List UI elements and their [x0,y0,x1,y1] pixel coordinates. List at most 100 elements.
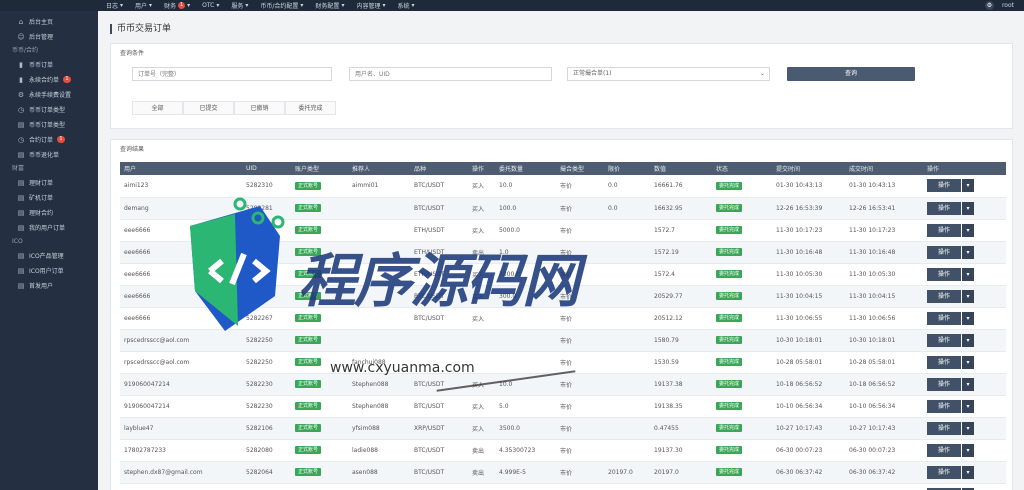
status-cell: 委托完成 [712,417,772,440]
table-cell: stephen.dx87@gmail.com [120,483,242,490]
table-cell [604,307,650,330]
table-cell: 11-30 10:05:30 [772,263,845,286]
sidebar-item-label: 我的用户订单 [29,225,66,232]
action-dropdown-toggle[interactable]: ▾ [962,223,974,237]
settings-icon[interactable]: ⚙ [984,1,994,10]
sidebar-item[interactable]: ▤ 理财订单 [0,175,98,190]
sidebar-item-label: ICO用户订单 [29,268,64,275]
action-dropdown-toggle[interactable]: ▾ [962,377,974,391]
sidebar-item[interactable]: ▤ ICO产品管理 [0,248,98,263]
sidebar-item[interactable]: ▤ ICO用户订单 [0,263,98,278]
table-cell: 10-27 10:17:43 [845,417,923,440]
sidebar-item[interactable]: ⌂ 后台主页 [0,14,98,29]
action-button[interactable]: 操作 [927,311,961,325]
table-cell: 4.35300723 [495,439,556,462]
sidebar-item-label: 币币订单类型 [29,107,66,114]
table-cell: BTC/USDT [410,175,468,198]
status-tab[interactable]: 全部 [132,101,183,115]
action-button[interactable]: 操作 [927,245,961,259]
table-cell: 5282267 [242,307,291,330]
sidebar-item[interactable]: ⚙ 永续手续费设置 [0,87,98,102]
action-button[interactable]: 操作 [927,267,961,281]
order-number-input[interactable] [132,67,332,81]
table-cell: 16632.95 [650,197,712,220]
action-dropdown-toggle[interactable]: ▾ [962,289,974,303]
action-button[interactable]: 操作 [927,333,961,347]
action-button[interactable]: 操作 [927,399,961,413]
order-status-tag: 委托完成 [716,402,743,410]
sidebar-item[interactable]: ☺ 后台管理 [0,29,98,44]
topnav-item[interactable]: 财务 1 ▾ [164,1,190,10]
top-right-area: ⚙ root [984,0,1014,11]
table-cell: 16661.76 [650,175,712,198]
status-tab[interactable]: 已提交 [183,101,234,115]
action-button[interactable]: 操作 [927,201,961,215]
chevron-down-icon: ▾ [149,2,153,9]
table-cell: rpscedrsscc@aol.com [120,351,242,374]
action-dropdown-toggle[interactable]: ▾ [962,421,974,435]
topnav-item[interactable]: 服务 ▾ [231,1,248,10]
current-user[interactable]: root [1002,2,1014,9]
order-status-tag: 委托完成 [716,380,743,388]
action-dropdown-toggle[interactable]: ▾ [962,179,974,193]
status-cell: 委托完成 [712,197,772,220]
status-tab[interactable]: 委托完成 [285,101,336,115]
sidebar-item[interactable]: ◷ 合约订单 1 [0,132,98,147]
chevron-down-icon: ▾ [411,2,415,9]
query-button[interactable]: 查询 [787,67,915,81]
action-button[interactable]: 操作 [927,465,961,479]
action-dropdown-toggle[interactable]: ▾ [962,333,974,347]
sidebar-item[interactable]: ▮ 永续合约单 1 [0,72,98,87]
action-button[interactable]: 操作 [927,421,961,435]
action-button[interactable]: 操作 [927,355,961,369]
table-row: stephen.dx87@gmail.com5282064 正式账号 asen088… [120,461,1006,484]
sidebar-item[interactable]: ▤ 币币订单类型 [0,117,98,132]
table-cell: eee6666 [120,307,242,330]
order-type-select[interactable]: 正常撮合单(1) ⌄ [567,67,770,81]
table-cell: 5282267 [242,219,291,242]
action-dropdown-toggle[interactable]: ▾ [962,311,974,325]
actions-cell: 操作▾ [923,373,1006,396]
action-dropdown-toggle[interactable]: ▾ [962,267,974,281]
status-cell: 委托完成 [712,351,772,374]
topnav-item[interactable]: 财务配置 ▾ [315,1,344,10]
sidebar-item[interactable]: ▤ 币币退化单 [0,147,98,162]
sidebar-item[interactable]: ◷ 币币订单类型 [0,102,98,117]
sidebar-item[interactable]: ▤ 矿机订单 [0,190,98,205]
action-dropdown-toggle[interactable]: ▾ [962,355,974,369]
account-type-tag: 正式账号 [295,181,322,190]
table-cell: 20197.0 [604,461,650,484]
action-dropdown-toggle[interactable]: ▾ [962,443,974,457]
topnav-item[interactable]: 用户 ▾ [135,1,152,10]
table-cell: 卖出 [468,241,495,264]
topnav-item[interactable]: 内容管理 ▾ [356,1,385,10]
sidebar-item[interactable]: ▤ 理财合约 [0,205,98,220]
topnav-item[interactable]: 币币/合约配置 ▾ [260,1,303,10]
sidebar-item-label: 币币订单类型 [29,122,66,129]
topnav-item[interactable]: 日志 ▾ [106,1,123,10]
action-button[interactable]: 操作 [927,377,961,391]
table-row: demang 5282281 正式账号 BTC/USDT 买入 100.0 市价 0.0 166… [120,197,1006,220]
list-icon: ▤ [17,208,25,217]
action-dropdown-toggle[interactable]: ▾ [962,399,974,413]
topnav-item[interactable]: 系统 ▾ [397,1,414,10]
action-dropdown-toggle[interactable]: ▾ [962,201,974,215]
sidebar-item[interactable]: ▤ 我的用户订单 [0,220,98,235]
action-button[interactable]: 操作 [927,289,961,303]
status-cell: 委托完成 [712,329,772,352]
action-dropdown-toggle[interactable]: ▾ [962,245,974,259]
topnav-item[interactable]: OTC ▾ [202,2,219,9]
sidebar-item[interactable]: ▮ 币币订单 [0,57,98,72]
status-tab[interactable]: 已撤销 [234,101,285,115]
action-button[interactable]: 操作 [927,223,961,237]
table-cell: 06-27 15:50:23 [772,483,845,490]
table-cell: 01-30 10:43:13 [845,175,923,198]
action-dropdown-toggle[interactable]: ▾ [962,465,974,479]
sidebar-item-label: 币币退化单 [29,152,60,159]
action-button[interactable]: 操作 [927,443,961,457]
topnav-label: 币币/合约配置 [260,3,299,10]
action-button[interactable]: 操作 [927,179,961,193]
sidebar-item[interactable]: ▤ 首发用户 [0,278,98,293]
user-search-input[interactable] [349,67,552,81]
table-cell [604,373,650,396]
